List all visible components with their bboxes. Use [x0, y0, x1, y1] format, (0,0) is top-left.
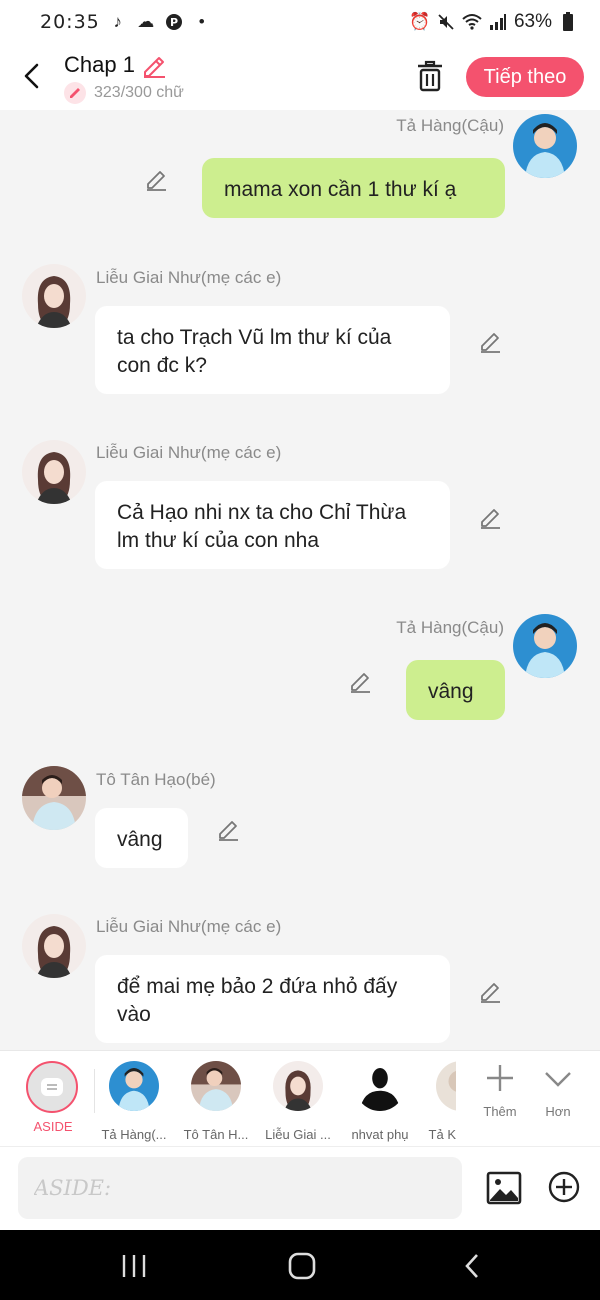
message-text: vâng — [117, 828, 163, 851]
message-text: mama xon cần 1 thư kí ạ — [224, 178, 457, 201]
tiktok-icon: ♪ — [113, 12, 123, 31]
message-text: lm thư kí của con nha — [117, 529, 319, 552]
aside-icon — [41, 1078, 63, 1096]
battery-percent: 63% — [513, 11, 552, 32]
character-nhvat-phu[interactable]: nhvat phụ — [340, 1061, 420, 1142]
sender-name: Liễu Giai Như(mẹ các e) — [96, 268, 282, 287]
edit-message-icon[interactable] — [216, 816, 242, 842]
character-label: Liễu Giai ... — [265, 1127, 331, 1142]
sender-name: Tô Tân Hạo(bé) — [96, 770, 216, 789]
status-time: 20:35 — [40, 11, 100, 33]
message-text: Cả Hạo nhi nx ta cho Chỉ Thừa — [117, 501, 407, 524]
svg-text:P: P — [170, 16, 178, 29]
message-bubble[interactable]: vâng — [406, 660, 505, 720]
home-button[interactable] — [282, 1248, 322, 1284]
message-bubble[interactable]: Cả Hạo nhi nx ta cho Chỉ Thừa lm thư kí … — [95, 481, 450, 569]
message-bubble[interactable]: ta cho Trạch Vũ lm thư kí của con đc k? — [95, 306, 450, 394]
message-text: vâng — [428, 680, 474, 703]
character-ta-hang[interactable]: Tả Hàng(... — [94, 1061, 174, 1142]
sender-name: Tả Hàng(Cậu) — [396, 618, 504, 637]
pinterest-icon: P — [164, 12, 184, 32]
recents-button[interactable] — [114, 1248, 154, 1284]
message-bubble[interactable]: vâng — [95, 808, 188, 868]
status-bar: 20:35 ♪ ☁ P • ⏰ 63% — [0, 0, 600, 44]
cloud-icon: ☁ — [137, 12, 155, 31]
plus-circle-icon — [548, 1171, 580, 1203]
sender-name: Liễu Giai Như(mẹ các e) — [96, 917, 282, 936]
title-row: Chap 1 — [64, 52, 167, 78]
character-to-tan-hao[interactable]: Tô Tân H... — [176, 1061, 256, 1142]
message-input[interactable] — [18, 1157, 462, 1219]
sender-name: Liễu Giai Như(mẹ các e) — [96, 443, 282, 462]
add-button[interactable] — [548, 1171, 580, 1203]
character-avatar — [109, 1061, 159, 1111]
image-button[interactable] — [486, 1171, 522, 1207]
header: Chap 1 323/300 chữ Tiếp theo — [0, 44, 600, 110]
status-left: 20:35 ♪ ☁ P • — [40, 11, 212, 33]
pencil-badge-icon — [64, 82, 86, 104]
edit-title-icon[interactable] — [141, 52, 167, 78]
character-avatar — [436, 1061, 456, 1111]
character-avatar — [191, 1061, 241, 1111]
edit-message-icon[interactable] — [144, 166, 170, 192]
alarm-icon: ⏰ — [409, 12, 431, 31]
signal-icon — [488, 12, 508, 32]
aside-label: ASIDE — [33, 1119, 73, 1134]
message-bubble[interactable]: mama xon cần 1 thư kí ạ — [202, 158, 505, 218]
input-bar — [0, 1146, 600, 1230]
chevron-down-icon — [545, 1072, 571, 1087]
edit-message-icon[interactable] — [478, 504, 504, 530]
avatar-lieu-giai-nhu[interactable] — [22, 264, 86, 328]
character-label: nhvat phụ — [351, 1127, 409, 1142]
plus-icon — [487, 1065, 513, 1091]
edit-message-icon[interactable] — [478, 328, 504, 354]
wifi-icon — [462, 12, 482, 32]
chevron-left-icon — [24, 63, 39, 89]
message-text: ta cho Trạch Vũ lm thư kí của — [117, 326, 392, 349]
next-button[interactable]: Tiếp theo — [466, 57, 584, 97]
more-label: Hơn — [545, 1104, 571, 1119]
system-back-button[interactable] — [452, 1248, 492, 1284]
add-character-button[interactable]: Thêm — [476, 1063, 524, 1119]
edit-message-icon[interactable] — [348, 668, 374, 694]
system-nav-bar — [0, 1230, 600, 1300]
message-text: để mai mẹ bảo 2 đứa nhỏ đấy — [117, 975, 398, 998]
character-lieu-giai-nhu[interactable]: Liễu Giai ... — [258, 1061, 338, 1142]
message-text: vào — [117, 1003, 151, 1026]
home-icon — [288, 1252, 316, 1280]
character-label: Tô Tân H... — [183, 1127, 249, 1142]
trash-icon — [418, 60, 442, 92]
character-ta-k[interactable]: Tả K — [414, 1061, 456, 1141]
character-avatar — [273, 1061, 323, 1111]
character-bar: ASIDE Tả Hàng(... Tô Tân H... Liễu Giai … — [0, 1050, 600, 1146]
add-label: Thêm — [483, 1104, 517, 1119]
image-icon — [486, 1171, 522, 1205]
avatar-to-tan-hao[interactable] — [22, 766, 86, 830]
more-characters-button[interactable]: Hơn — [534, 1063, 582, 1119]
back-icon — [465, 1254, 478, 1278]
character-avatar — [355, 1061, 405, 1111]
avatar-ta-hang[interactable] — [513, 614, 577, 678]
message-text: con đc k? — [117, 354, 207, 377]
back-button[interactable] — [14, 58, 50, 94]
aside-button[interactable] — [26, 1061, 78, 1113]
mute-icon — [436, 12, 456, 32]
word-count: 323/300 chữ — [94, 84, 184, 101]
status-right: ⏰ 63% — [409, 11, 578, 33]
notification-dot-icon: • — [198, 12, 205, 31]
battery-icon — [558, 12, 578, 32]
recents-icon — [122, 1255, 146, 1277]
avatar-lieu-giai-nhu[interactable] — [22, 914, 86, 978]
character-label: Tả K — [428, 1127, 456, 1141]
sender-name: Tả Hàng(Cậu) — [396, 116, 504, 135]
avatar-lieu-giai-nhu[interactable] — [22, 440, 86, 504]
chat-area[interactable]: Tả Hàng(Cậu) mama xon cần 1 thư kí ạ Liễ… — [0, 110, 600, 1050]
character-label: Tả Hàng(... — [101, 1127, 167, 1142]
delete-button[interactable] — [414, 58, 446, 94]
avatar-ta-hang[interactable] — [513, 114, 577, 178]
edit-message-icon[interactable] — [478, 978, 504, 1004]
chapter-title: Chap 1 — [64, 52, 135, 77]
message-bubble[interactable]: để mai mẹ bảo 2 đứa nhỏ đấy vào — [95, 955, 450, 1043]
word-count-row: 323/300 chữ — [64, 82, 184, 104]
